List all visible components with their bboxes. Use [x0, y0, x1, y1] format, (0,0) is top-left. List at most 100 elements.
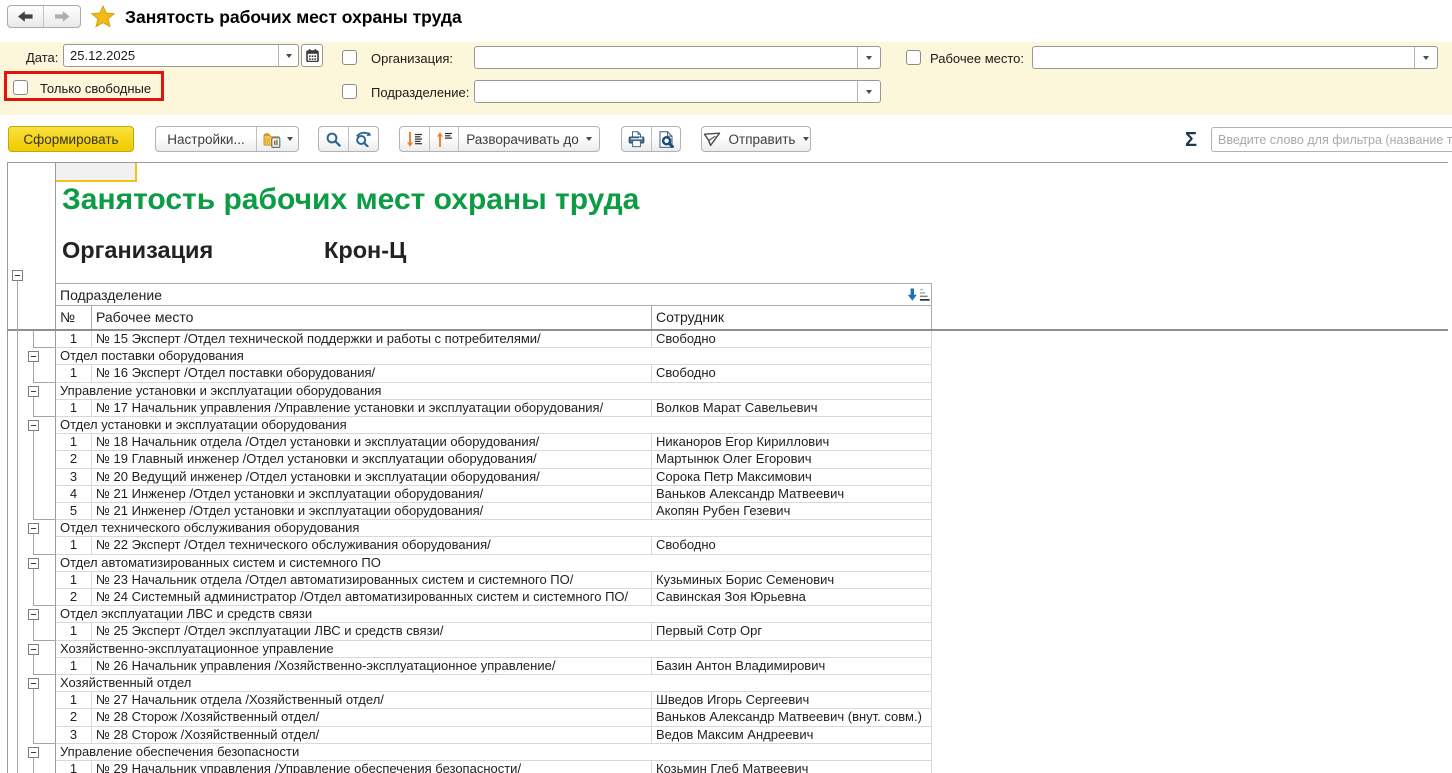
cell-workplace: № 24 Системный администратор /Отдел авто… — [92, 589, 652, 605]
table-row[interactable]: 4№ 21 Инженер /Отдел установки и эксплуа… — [56, 486, 932, 503]
table-row[interactable]: 1№ 18 Начальник отдела /Отдел установки … — [56, 434, 932, 451]
cell-workplace: № 15 Эксперт /Отдел технической поддержк… — [92, 331, 652, 347]
collapse-groups-button[interactable] — [400, 127, 430, 151]
workplace-checkbox[interactable] — [906, 50, 921, 65]
settings-button[interactable]: Настройки... — [156, 127, 257, 151]
expand-groups-button[interactable] — [430, 127, 459, 151]
table-row[interactable]: 5№ 21 Инженер /Отдел установки и эксплуа… — [56, 503, 932, 520]
table-row[interactable]: 1№ 27 Начальник отдела /Хозяйственный от… — [56, 692, 932, 709]
date-input[interactable]: 25.12.2025 — [63, 44, 299, 67]
send-button[interactable]: Отправить — [701, 126, 811, 152]
collapse-group-button[interactable] — [28, 609, 39, 620]
cell-workplace: № 26 Начальник управления /Хозяйственно-… — [92, 658, 652, 674]
table-row[interactable]: 2№ 24 Системный администратор /Отдел авт… — [56, 589, 932, 606]
workplace-combobox[interactable] — [1032, 46, 1438, 69]
cell-employee: Акопян Рубен Гезевич — [652, 503, 931, 519]
collapse-group-button[interactable] — [28, 351, 39, 362]
group-row[interactable]: Отдел установки и эксплуатации оборудова… — [56, 417, 932, 434]
workplace-dropdown-button[interactable] — [1414, 47, 1437, 68]
dept-combobox[interactable] — [474, 80, 881, 103]
cell-workplace: № 22 Эксперт /Отдел технического обслужи… — [92, 537, 652, 553]
report-variants-button[interactable] — [257, 127, 298, 151]
collapse-groups-icon — [406, 131, 423, 148]
generate-button[interactable]: Сформировать — [8, 126, 134, 152]
table-row[interactable]: 1№ 17 Начальник управления /Управление у… — [56, 400, 932, 417]
cell-employee: Савинская Зоя Юрьевна — [652, 589, 931, 605]
collapse-group-button[interactable] — [12, 270, 23, 281]
collapse-group-button[interactable] — [28, 747, 39, 758]
cell-num: 1 — [56, 692, 92, 708]
cell-workplace: № 21 Инженер /Отдел установки и эксплуат… — [92, 503, 652, 519]
table-row[interactable]: 1№ 29 Начальник управления /Управление о… — [56, 761, 932, 773]
table-row[interactable]: 1№ 26 Начальник управления /Хозяйственно… — [56, 658, 932, 675]
cell-num: 2 — [56, 709, 92, 725]
find-next-button[interactable] — [349, 127, 378, 151]
table-row[interactable]: 1№ 23 Начальник отдела /Отдел автоматизи… — [56, 572, 932, 589]
date-value: 25.12.2025 — [70, 48, 135, 63]
cell-workplace: № 16 Эксперт /Отдел поставки оборудовани… — [92, 365, 652, 381]
chevron-down-icon — [286, 54, 292, 58]
table-row[interactable]: 1№ 15 Эксперт /Отдел технической поддерж… — [56, 331, 932, 348]
collapse-group-button[interactable] — [28, 558, 39, 569]
collapse-group-button[interactable] — [28, 678, 39, 689]
group-row[interactable]: Управление обеспечения безопасности — [56, 744, 932, 761]
table-row[interactable]: 1№ 16 Эксперт /Отдел поставки оборудован… — [56, 365, 932, 382]
cell-num: 1 — [56, 434, 92, 450]
cell-workplace: № 20 Ведущий инженер /Отдел установки и … — [92, 469, 652, 485]
dept-label: Подразделение: — [371, 85, 469, 100]
cell-employee: Первый Сотр Орг — [652, 623, 931, 639]
cell-num: 1 — [56, 572, 92, 588]
group-row[interactable]: Отдел технического обслуживания оборудов… — [56, 520, 932, 537]
col-header-employee: Сотрудник — [652, 306, 931, 329]
expand-button-group: Разворачивать до — [399, 126, 600, 152]
org-dropdown-button[interactable] — [857, 47, 880, 68]
cell-employee: Свободно — [652, 365, 931, 381]
tree-line — [33, 382, 56, 383]
print-button[interactable] — [622, 127, 652, 151]
group-column-header[interactable]: Подразделение — [56, 283, 932, 306]
calendar-button[interactable] — [301, 44, 323, 67]
cell-employee: Ведов Максим Андреевич — [652, 727, 931, 743]
dept-dropdown-button[interactable] — [857, 81, 880, 102]
table-row[interactable]: 2№ 19 Главный инженер /Отдел установки и… — [56, 451, 932, 468]
table-header-row[interactable]: № Рабочее место Сотрудник — [56, 306, 932, 329]
print-button-group — [621, 126, 681, 152]
org-checkbox[interactable] — [342, 50, 357, 65]
date-dropdown-button[interactable] — [278, 45, 298, 66]
nav-history-buttons — [7, 5, 81, 28]
cell-workplace: № 28 Сторож /Хозяйственный отдел/ — [92, 727, 652, 743]
back-button[interactable] — [8, 6, 44, 27]
collapse-group-button[interactable] — [28, 644, 39, 655]
org-combobox[interactable] — [474, 46, 881, 69]
collapse-group-button[interactable] — [28, 523, 39, 534]
tree-line — [33, 655, 34, 674]
collapse-group-button[interactable] — [28, 386, 39, 397]
print-preview-button[interactable] — [652, 127, 680, 151]
group-row[interactable]: Управление установки и эксплуатации обор… — [56, 383, 932, 400]
group-row[interactable]: Хозяйственно-эксплуатационное управление — [56, 641, 932, 658]
cell-employee: Свободно — [652, 331, 931, 347]
dept-checkbox[interactable] — [342, 84, 357, 99]
table-row[interactable]: 2№ 28 Сторож /Хозяйственный отдел/Ванько… — [56, 709, 932, 726]
table-row[interactable]: 1№ 22 Эксперт /Отдел технического обслуж… — [56, 537, 932, 554]
cell-workplace: № 27 Начальник отдела /Хозяйственный отд… — [92, 692, 652, 708]
group-row[interactable]: Хозяйственный отдел — [56, 675, 932, 692]
quick-filter-input[interactable] — [1211, 127, 1452, 152]
table-row[interactable]: 3№ 28 Сторож /Хозяйственный отдел/Ведов … — [56, 727, 932, 744]
forward-button[interactable] — [44, 6, 80, 27]
sigma-icon: Σ — [1185, 129, 1197, 152]
search-button[interactable] — [319, 127, 349, 151]
selected-cell[interactable] — [56, 163, 137, 182]
tree-line — [33, 431, 34, 519]
group-row[interactable]: Отдел автоматизированных систем и систем… — [56, 555, 932, 572]
group-row[interactable]: Отдел поставки оборудования — [56, 348, 932, 365]
only-free-checkbox[interactable] — [13, 80, 28, 95]
group-row[interactable]: Отдел эксплуатации ЛВС и средств связи — [56, 606, 932, 623]
cell-num: 5 — [56, 503, 92, 519]
table-row[interactable]: 1№ 25 Эксперт /Отдел эксплуатации ЛВС и … — [56, 623, 932, 640]
table-row[interactable]: 3№ 20 Ведущий инженер /Отдел установки и… — [56, 469, 932, 486]
favorite-star-icon[interactable] — [91, 5, 115, 28]
cell-workplace: № 25 Эксперт /Отдел эксплуатации ЛВС и с… — [92, 623, 652, 639]
expand-to-button[interactable]: Разворачивать до — [459, 127, 599, 151]
collapse-group-button[interactable] — [28, 420, 39, 431]
